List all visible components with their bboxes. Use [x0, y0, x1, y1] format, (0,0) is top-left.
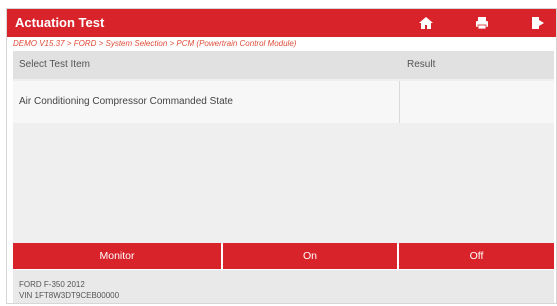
breadcrumb: DEMO V15.37 > FORD > System Selection > … [13, 39, 297, 48]
result-cell [401, 81, 554, 123]
page-title: Actuation Test [15, 15, 105, 30]
off-button[interactable]: Off [399, 243, 554, 269]
home-icon[interactable] [417, 14, 435, 32]
test-item-cell: Air Conditioning Compressor Commanded St… [13, 81, 400, 123]
vehicle-vin: VIN 1FT8W3DT9CEB00000 [19, 291, 120, 300]
exit-icon[interactable] [529, 14, 547, 32]
vehicle-model: FORD F-350 2012 [19, 280, 85, 289]
printer-icon[interactable] [473, 14, 491, 32]
column-header-result: Result [407, 59, 436, 70]
actuation-test-window: Actuation Test DEMO V15.37 > FORD > Syst… [6, 8, 557, 304]
vehicle-info-footer: FORD F-350 2012 VIN 1FT8W3DT9CEB00000 [13, 270, 554, 303]
table-header: Select Test Item Result [13, 51, 554, 79]
title-bar: Actuation Test [7, 9, 556, 37]
test-item-table: Select Test Item Result Air Conditioning… [13, 51, 554, 244]
on-button[interactable]: On [223, 243, 397, 269]
action-button-bar: Monitor On Off [13, 243, 554, 269]
monitor-button[interactable]: Monitor [13, 243, 221, 269]
column-header-test-item: Select Test Item [19, 59, 90, 70]
table-row[interactable]: Air Conditioning Compressor Commanded St… [13, 81, 554, 123]
test-item-label: Air Conditioning Compressor Commanded St… [19, 96, 233, 107]
